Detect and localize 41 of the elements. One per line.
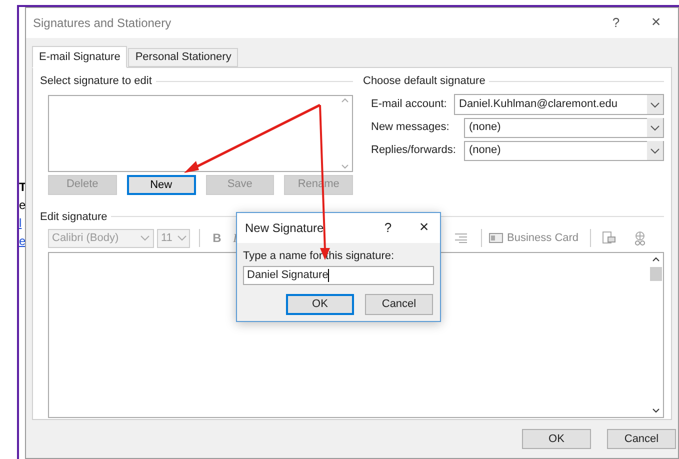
tab[interactable]: Personal Stationery	[128, 48, 238, 67]
account-dropdown[interactable]: (none)	[464, 118, 664, 138]
link-fragment[interactable]: e	[19, 233, 25, 249]
help-button[interactable]: ?	[601, 13, 631, 33]
close-button[interactable]: ×	[641, 11, 671, 35]
scroll-up-icon[interactable]	[652, 257, 660, 262]
section-heading: Edit signature	[40, 210, 108, 224]
text-cursor	[328, 268, 330, 282]
name-input[interactable]: Daniel Signature	[243, 266, 434, 284]
window-title: Signatures and Stationery	[33, 15, 172, 32]
section-heading: Select signature to edit	[40, 74, 152, 89]
dialog-button[interactable]: Cancel	[365, 294, 433, 314]
scroll-down-icon[interactable]	[652, 408, 660, 413]
link-fragment[interactable]: l	[19, 215, 25, 231]
chevron-down-icon	[647, 118, 663, 137]
account-dropdown[interactable]: (none)	[464, 140, 664, 160]
align-icon[interactable]	[454, 233, 468, 243]
scroll-thumb[interactable]	[650, 267, 662, 281]
tab[interactable]: E-mail Signature	[32, 46, 128, 68]
chevron-down-icon	[647, 141, 663, 160]
chevron-down-icon	[647, 94, 663, 114]
dialog-title: New Signature	[245, 220, 325, 237]
chevron-down-icon	[140, 235, 150, 241]
dialog-button[interactable]: Cancel	[607, 429, 676, 449]
chevron-down-icon	[177, 235, 187, 241]
help-button[interactable]: ?	[378, 218, 398, 238]
picture-insert-icon[interactable]	[602, 231, 616, 245]
hyperlink-icon[interactable]	[632, 230, 647, 246]
field-label: Replies/forwards:	[371, 143, 457, 158]
card-icon	[489, 233, 503, 243]
account-dropdown[interactable]: Daniel.Kuhlman@claremont.edu	[454, 94, 664, 114]
action-button[interactable]: New	[126, 174, 196, 194]
dialog-button[interactable]: OK	[286, 294, 354, 314]
field-label: E-mail account:	[371, 96, 448, 112]
close-button[interactable]: ×	[414, 216, 434, 240]
text-fragment: e	[19, 197, 25, 213]
signature-list[interactable]	[48, 94, 353, 172]
section-heading: Choose default signature	[363, 74, 486, 89]
field-label: New messages:	[371, 120, 450, 136]
business-card-button[interactable]: Business Card	[489, 230, 579, 246]
dialog-button[interactable]: OK	[522, 429, 591, 449]
